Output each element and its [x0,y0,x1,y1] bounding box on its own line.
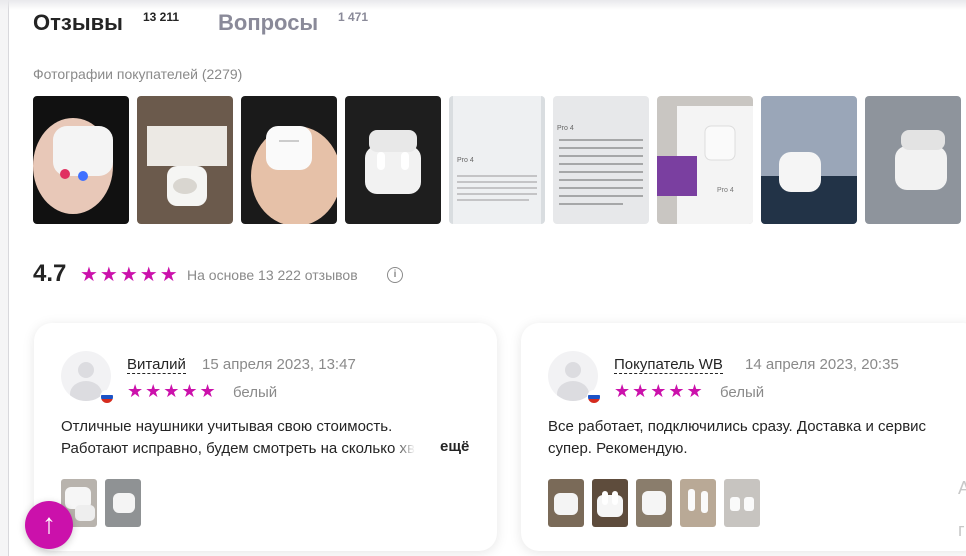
customer-photo[interactable]: Pro 4 [553,96,649,224]
review-card: Виталий 15 апреля 2023, 13:47 ★★★★★ белы… [34,323,497,551]
review-text-line: супер. Рекомендую. [548,440,688,457]
info-icon[interactable]: i [387,267,403,283]
customer-photos-title: Фотографии покупателей (2279) [33,66,243,82]
header-shadow [0,0,966,10]
review-date: 14 апреля 2023, 20:35 [745,356,899,373]
rating-value: 4.7 [33,260,67,287]
review-variant: белый [233,384,278,401]
tab-reviews-count: 13 211 [143,10,180,24]
read-more-link[interactable]: ещё [438,438,470,455]
review-stars: ★★★★★ [614,381,705,401]
review-photo[interactable] [105,479,141,527]
russia-flag-icon [587,390,601,404]
customer-photos-strip: Pro 4 Pro 4 Pro 4 [33,96,966,224]
customer-photo[interactable] [241,96,337,224]
review-date: 15 апреля 2023, 13:47 [202,356,356,373]
rating-stars: ★★★★★ [80,264,180,286]
rating-note: На основе 13 222 отзывов [187,267,358,283]
customer-photo[interactable]: Pro 4 [449,96,545,224]
review-author[interactable]: Виталий [127,356,186,374]
customer-photo[interactable] [865,96,961,224]
review-photo[interactable] [636,479,672,527]
russia-flag-icon [100,390,114,404]
customer-photo[interactable] [761,96,857,224]
review-text-line: Все работает, подключились сразу. Достав… [548,418,927,435]
customer-photo[interactable] [33,96,129,224]
review-card: Покупатель WB 14 апреля 2023, 20:35 ★★★★… [521,323,966,551]
tab-reviews[interactable]: Отзывы [33,10,123,36]
tab-questions[interactable]: Вопросы [218,10,318,36]
svg-text:Pro 4: Pro 4 [717,187,734,194]
edge-text: A [958,478,966,498]
review-stars: ★★★★★ [127,381,218,401]
svg-text:Pro 4: Pro 4 [457,157,474,164]
review-author[interactable]: Покупатель WB [614,356,723,374]
review-text: Все работает, подключились сразу. Достав… [548,416,948,460]
svg-text:Pro 4: Pro 4 [557,125,574,132]
review-photo[interactable] [548,479,584,527]
review-variant: белый [720,384,765,401]
review-text-fade: хв [395,440,415,457]
scroll-to-top-button[interactable]: ↑ [25,501,73,549]
review-text: Отличные наушники учитывая свою стоимост… [61,416,471,460]
customer-photo[interactable] [137,96,233,224]
review-text-line: Отличные наушники учитывая свою стоимост… [61,418,393,435]
tab-questions-count: 1 471 [338,10,369,24]
customer-photo[interactable]: Pro 4 [657,96,753,224]
review-photo[interactable] [680,479,716,527]
customer-photo[interactable] [345,96,441,224]
review-text-line: Работают исправно, будем смотреть на ско… [61,440,396,457]
review-photo[interactable] [592,479,628,527]
edge-text: г [958,520,965,540]
review-photo[interactable] [724,479,760,527]
